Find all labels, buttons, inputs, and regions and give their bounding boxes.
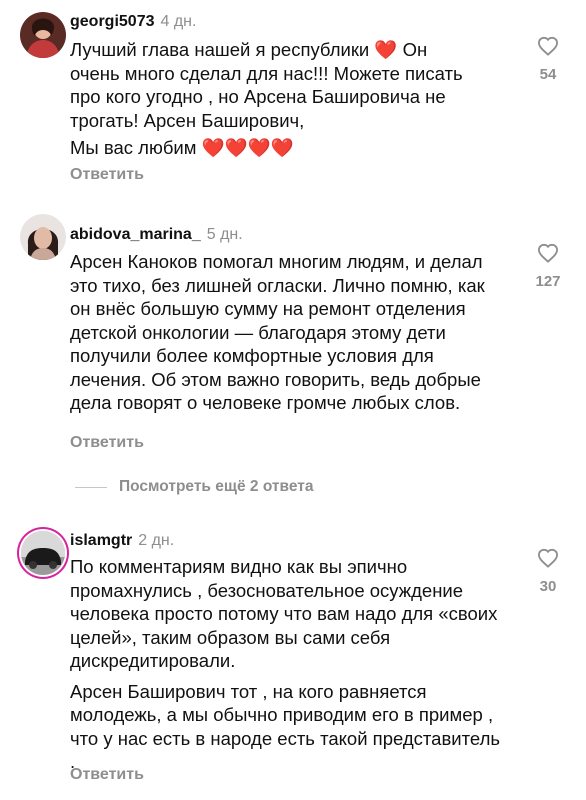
comment-paragraph: По комментариям видно как вы эпично пром… [70,556,498,671]
avatar[interactable] [21,531,65,575]
comment-line: Мы вас любим [70,137,197,158]
view-more-replies-label: Посмотреть ещё 2 ответа [119,478,314,495]
comment-line: очень много сделал для нас!!! Можете пис… [70,62,463,84]
comment-line: Он [402,39,428,60]
comment-text: По комментариям видно как вы эпично пром… [70,555,510,774]
comment-text: Лучший глава нашей я республики ❤️ Он оч… [70,38,515,160]
avatar-image [21,531,65,575]
timestamp: 4 дн. [160,13,197,30]
like-button[interactable]: 127 [535,243,561,290]
avatar[interactable] [20,12,66,58]
reply-button[interactable]: Ответить [70,166,144,184]
heart-outline-icon [537,243,559,263]
red-heart-emoji: ❤️ [374,39,398,60]
view-more-replies-button[interactable]: Посмотреть ещё 2 ответа [75,478,313,496]
comment-line: трогать! Арсен Баширович, [70,109,305,131]
comment-paragraph: Арсен Баширович тот , на кого равняется … [70,680,501,773]
avatar-image [20,12,66,58]
timestamp: 5 дн. [206,226,243,243]
reply-button[interactable]: Ответить [70,766,144,784]
avatar-image [20,214,66,260]
divider [75,486,107,488]
username[interactable]: islamgtr [70,532,132,549]
like-button[interactable]: 30 [535,548,561,595]
like-button[interactable]: 54 [535,36,561,83]
like-count: 54 [539,66,557,83]
heart-outline-icon [537,548,559,568]
username[interactable]: abidova_marina_ [70,226,201,243]
comment-text: Арсен Каноков помогал многим людям, и де… [70,251,485,413]
red-hearts-emoji: ❤️❤️❤️❤️ [201,137,294,158]
username[interactable]: georgi5073 [70,13,154,30]
comment-line: про кого угодно , но Арсена Башировича н… [70,86,446,107]
comment-line: Лучший глава нашей я республики [70,39,370,60]
like-count: 127 [535,273,561,290]
heart-outline-icon [537,36,559,56]
reply-button[interactable]: Ответить [70,434,144,452]
avatar[interactable] [20,214,66,260]
like-count: 30 [539,578,557,595]
timestamp: 2 дн. [138,532,175,549]
